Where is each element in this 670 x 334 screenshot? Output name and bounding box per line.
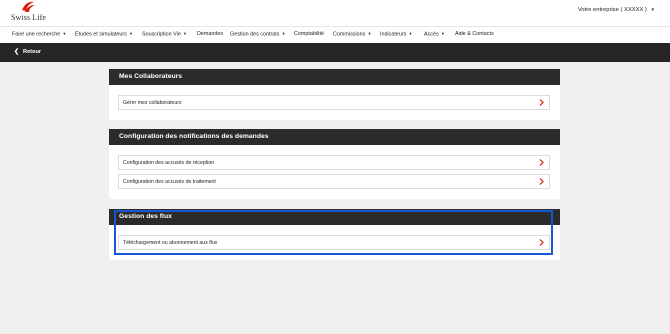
row-label: Configuration des accusés de traitement — [123, 178, 216, 185]
nav-item-label: Indicateurs — [380, 31, 407, 38]
back-button[interactable]: ❮ Retour — [14, 48, 41, 55]
swiss-life-logo[interactable]: Swiss Life — [11, 0, 47, 24]
nav-item-commissions[interactable]: Commissions ▾ — [333, 31, 371, 37]
nav-item-faire-une-recherche[interactable]: Faire une recherche ▾ — [12, 31, 66, 37]
nav-item-label: Comptabilité — [294, 31, 324, 37]
row-label: Téléchargement ou abonnement aux flux — [123, 239, 218, 246]
panel-configuration-notifications: Configuration des notifications des dema… — [109, 129, 560, 199]
link-accuses-de-traitement[interactable]: Configuration des accusés de traitement — [118, 174, 550, 189]
nav-item-label: Gestion des contrats — [230, 31, 280, 38]
panel-title: Gestion des flux — [109, 209, 560, 225]
chevron-right-icon — [539, 239, 544, 246]
panel-title: Mes Collaborateurs — [109, 69, 560, 85]
chevron-right-icon — [539, 159, 544, 166]
nav-item-indicateurs[interactable]: Indicateurs ▾ — [380, 31, 412, 37]
link-telechargement-abonnement-flux[interactable]: Téléchargement ou abonnement aux flux — [118, 235, 550, 250]
nav-item-label: Souscription Vie — [142, 31, 181, 38]
nav-item-acces[interactable]: Accès ▾ — [424, 31, 444, 37]
top-bar: Swiss Life Votre entreprise ( XXXXX ) ▾ — [0, 0, 670, 26]
caret-down-icon: ▾ — [368, 31, 371, 36]
nav-item-label: Commissions — [333, 31, 366, 38]
nav-item-souscription-vie[interactable]: Souscription Vie ▾ — [142, 31, 186, 37]
caret-down-icon: ▾ — [409, 31, 412, 36]
link-accuses-de-reception[interactable]: Configuration des accusés de réception — [118, 155, 550, 170]
nav-item-label: Faire une recherche — [12, 31, 61, 38]
panel-title: Configuration des notifications des dema… — [109, 129, 560, 145]
caret-down-icon: ▾ — [441, 31, 444, 36]
caret-down-icon: ▾ — [63, 31, 66, 36]
nav-item-comptabilite[interactable]: Comptabilité — [294, 31, 324, 37]
nav-item-gestion-des-contrats[interactable]: Gestion des contrats ▾ — [230, 31, 285, 37]
nav-item-label: Accès — [424, 31, 439, 38]
back-bar: ❮ Retour — [0, 43, 670, 62]
nav-item-demandes[interactable]: Demandes — [197, 31, 223, 37]
company-selector[interactable]: Votre entreprise ( XXXXX ) ▾ — [578, 7, 654, 13]
caret-down-icon: ▾ — [183, 31, 187, 36]
chevron-down-icon: ▾ — [651, 7, 654, 13]
link-gerer-mes-collaborateurs[interactable]: Gérer mes collaborateurs — [118, 95, 550, 110]
back-label: Retour — [23, 49, 42, 55]
panel-mes-collaborateurs: Mes Collaborateurs Gérer mes collaborate… — [109, 69, 560, 120]
logo-text: Swiss Life — [11, 13, 46, 22]
swiss-life-logo-icon — [22, 1, 35, 12]
chevron-right-icon — [539, 178, 544, 185]
nav-item-label: Aide & Contacts — [455, 31, 494, 37]
chevron-left-icon: ❮ — [14, 49, 20, 55]
panel-gestion-des-flux: Gestion des flux Téléchargement ou abonn… — [109, 209, 560, 260]
nav-item-label: Études et simulateurs — [75, 31, 127, 38]
row-label: Gérer mes collaborateurs — [123, 99, 182, 106]
company-label: Votre entreprise — [577, 7, 619, 13]
company-value: ( XXXXX ) — [620, 7, 647, 13]
caret-down-icon: ▾ — [129, 31, 133, 36]
chevron-right-icon — [539, 99, 544, 106]
nav-item-label: Demandes — [197, 31, 224, 37]
row-label: Configuration des accusés de réception — [123, 159, 215, 166]
main-nav: Faire une recherche ▾ Études et simulateu… — [0, 26, 670, 43]
nav-item-etudes-et-simulateurs[interactable]: Études et simulateurs ▾ — [75, 31, 132, 37]
caret-down-icon: ▾ — [282, 31, 285, 36]
nav-item-aide-contacts[interactable]: Aide & Contacts — [455, 31, 494, 37]
